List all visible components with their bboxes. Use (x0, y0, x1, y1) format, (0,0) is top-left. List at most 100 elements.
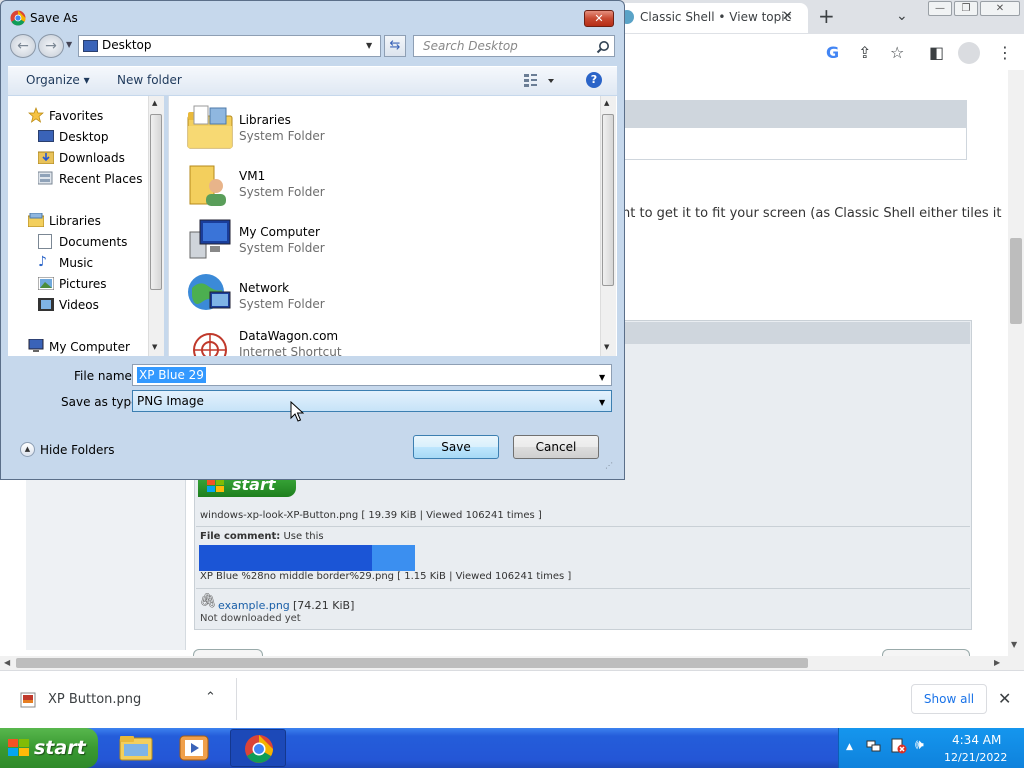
window-close-button[interactable]: ✕ (980, 1, 1020, 16)
divider (196, 526, 970, 527)
new-folder-button[interactable]: New folder (117, 73, 182, 87)
file-item-name[interactable]: Libraries (239, 113, 291, 127)
change-view-icon[interactable] (523, 72, 555, 88)
page-horizontal-scroll-thumb[interactable] (16, 658, 808, 668)
tab-search-icon[interactable]: ⌄ (896, 8, 908, 24)
file-item-name[interactable]: DataWagon.com (239, 329, 338, 343)
file-item-type: Internet Shortcut (239, 345, 342, 356)
show-hidden-icons-icon[interactable]: ▲ (846, 742, 853, 752)
scroll-down-icon[interactable]: ▼ (604, 343, 609, 351)
nav-libraries[interactable]: Libraries (49, 214, 101, 228)
file-name-dropdown-icon[interactable]: ▼ (599, 373, 605, 382)
side-panel-icon[interactable]: ◧ (929, 43, 944, 62)
hide-folders-button[interactable]: Hide Folders (40, 443, 115, 457)
tab-title[interactable]: Classic Shell • View topic (640, 10, 791, 24)
file-list-scroll-thumb[interactable] (602, 114, 614, 286)
tab-close-icon[interactable]: ✕ (782, 9, 793, 24)
scroll-down-icon[interactable]: ▼ (152, 343, 157, 351)
download-options-chevron-icon[interactable]: ⌃ (205, 690, 216, 705)
download-bar-close-icon[interactable]: ✕ (998, 689, 1011, 708)
bookmark-star-icon[interactable]: ☆ (890, 43, 904, 62)
file-item-name[interactable]: Network (239, 281, 289, 295)
favorites-star-icon (28, 107, 44, 123)
file-name-label: File name: (74, 369, 136, 383)
attachment-2-caption: XP Blue %28no middle border%29.png [ 1.1… (200, 571, 572, 582)
file-item-type: System Folder (239, 297, 325, 311)
post-text: nt to get it to fit your screen (as Clas… (622, 206, 1002, 221)
refresh-icon[interactable]: ⇆ (384, 35, 406, 57)
share-icon[interactable]: ⇪ (858, 43, 871, 62)
attachment-1-caption: windows-xp-look-XP-Button.png [ 19.39 Ki… (200, 510, 542, 521)
page-vertical-scroll-thumb[interactable] (1010, 238, 1022, 324)
search-icon[interactable] (596, 40, 610, 54)
libraries-folder-icon (186, 104, 234, 150)
file-item-name[interactable]: My Computer (239, 225, 320, 239)
paperclip-icon: 🖇 (199, 593, 217, 609)
show-all-button[interactable]: Show all (911, 684, 987, 714)
scroll-left-icon[interactable]: ◀ (4, 658, 10, 667)
volume-icon[interactable]: 🕪 (915, 737, 924, 753)
media-player-taskbar-icon[interactable] (172, 730, 216, 766)
more-menu-icon[interactable]: ⋮ (997, 43, 1013, 62)
explorer-taskbar-icon[interactable] (114, 730, 158, 766)
file-comment-text: Use this (280, 531, 324, 542)
chrome-taskbar-button[interactable] (230, 729, 286, 767)
chrome-icon (10, 10, 26, 26)
mouse-cursor-icon (290, 401, 304, 423)
nav-favorites[interactable]: Favorites (49, 109, 103, 123)
dialog-close-button[interactable]: ✕ (584, 10, 614, 27)
cancel-button[interactable]: Cancel (513, 435, 599, 459)
clock-time[interactable]: 4:34 AM (952, 733, 1001, 747)
nav-pictures[interactable]: Pictures (59, 277, 107, 291)
save-type-select[interactable]: PNG Image (132, 390, 612, 412)
divider (236, 678, 237, 720)
recent-locations-dropdown-icon[interactable]: ▼ (66, 40, 72, 49)
example-download-link[interactable]: example.png (218, 599, 290, 612)
page-vertical-scrollbar[interactable] (1008, 70, 1024, 656)
file-name-value[interactable]: XP Blue 29 (137, 367, 206, 383)
search-input[interactable]: Search Desktop (413, 35, 615, 57)
address-location[interactable]: Desktop (102, 38, 152, 52)
example-file-size: [74.21 KiB] (293, 599, 355, 612)
scroll-down-icon[interactable]: ▼ (1011, 640, 1017, 649)
save-button[interactable]: Save (413, 435, 499, 459)
profile-avatar[interactable] (958, 42, 980, 64)
my-computer-icon (28, 339, 44, 353)
nav-recent-places[interactable]: Recent Places (59, 172, 142, 186)
new-tab-button[interactable]: + (818, 4, 835, 28)
nav-pane-scroll-thumb[interactable] (150, 114, 162, 290)
videos-icon (38, 298, 54, 311)
forward-arrow-icon[interactable]: → (38, 34, 64, 58)
save-type-dropdown-icon[interactable]: ▼ (599, 398, 605, 407)
divider (196, 588, 970, 589)
address-dropdown-icon[interactable]: ▼ (366, 41, 372, 50)
restore-button[interactable]: ❐ (954, 1, 978, 16)
scroll-right-icon[interactable]: ▶ (994, 658, 1000, 667)
back-arrow-icon[interactable]: ← (10, 34, 36, 58)
google-icon[interactable]: G (826, 43, 839, 62)
download-file-name[interactable]: XP Button.png (48, 692, 141, 707)
nav-desktop[interactable]: Desktop (59, 130, 109, 144)
nav-videos[interactable]: Videos (59, 298, 99, 312)
organize-menu[interactable]: Organize ▾ (26, 73, 90, 87)
network-icon[interactable] (866, 738, 882, 754)
nav-downloads[interactable]: Downloads (59, 151, 125, 165)
nav-my-computer[interactable]: My Computer (49, 340, 130, 354)
file-item-name[interactable]: VM1 (239, 169, 265, 183)
libraries-icon (28, 213, 44, 227)
file-item-type: System Folder (239, 129, 325, 143)
scroll-up-icon[interactable]: ▲ (152, 99, 157, 107)
action-center-warning-icon[interactable] (891, 738, 907, 754)
user-folder-icon (186, 158, 234, 208)
post-header-box (600, 128, 967, 160)
help-icon[interactable]: ? (586, 72, 602, 88)
hide-folders-arrow-icon[interactable]: ▲ (20, 442, 35, 457)
pictures-icon (38, 277, 54, 290)
resize-grip-icon[interactable]: ⋰ (605, 461, 613, 470)
clock-date[interactable]: 12/21/2022 (944, 751, 1007, 764)
png-file-icon (20, 692, 36, 708)
nav-documents[interactable]: Documents (59, 235, 127, 249)
scroll-up-icon[interactable]: ▲ (604, 99, 609, 107)
nav-music[interactable]: Music (59, 256, 93, 270)
minimize-button[interactable]: — (928, 1, 952, 16)
